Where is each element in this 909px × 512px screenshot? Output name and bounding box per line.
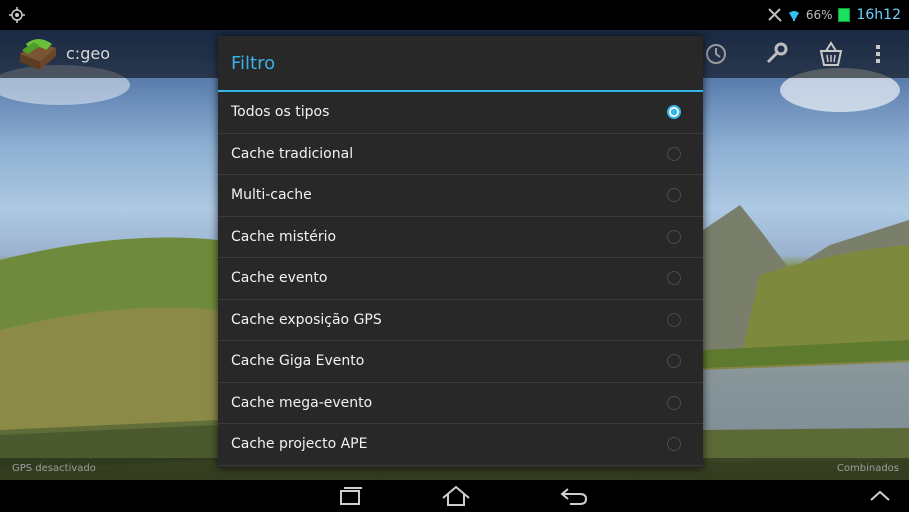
filter-option-label: Cache projecto APE [231, 436, 368, 452]
radio-checked-icon[interactable] [667, 105, 681, 119]
recent-apps-button[interactable] [320, 480, 380, 512]
menu-up-button[interactable] [850, 480, 909, 512]
navigation-bar [0, 480, 909, 512]
radio-unchecked-icon[interactable] [667, 395, 681, 410]
radio-unchecked-icon[interactable] [667, 354, 681, 368]
basket-icon[interactable] [815, 38, 847, 70]
filter-dialog: Filtro Todos os tipos Cache tradicional Mu… [218, 36, 703, 468]
settings-wrench-icon[interactable] [760, 38, 792, 70]
app-title: c:geo [66, 44, 110, 63]
filter-options-list: Todos os tipos Cache tradicional Multi-cac… [218, 92, 703, 466]
gps-status-text: GPS desactivado [12, 463, 96, 474]
filter-option-label: Cache tradicional [231, 145, 354, 162]
filter-option-label: Cache evento [231, 270, 328, 286]
home-icon [442, 485, 470, 506]
signal-muted-icon [768, 8, 782, 22]
location-icon [9, 7, 25, 23]
back-icon [560, 488, 588, 505]
dialog-title: Filtro [218, 36, 703, 92]
radio-unchecked-icon[interactable] [667, 229, 681, 244]
filter-option[interactable]: Cache exposição GPS [218, 300, 703, 341]
filter-option-label: Todos os tipos [231, 104, 330, 120]
chevron-up-icon [870, 490, 890, 501]
filter-option[interactable]: Todos os tipos [218, 92, 703, 134]
filter-option[interactable]: Cache mistério [218, 217, 703, 258]
filter-option[interactable]: Multi-cache [218, 175, 703, 217]
back-button[interactable] [544, 480, 604, 512]
radio-unchecked-icon[interactable] [667, 188, 681, 202]
battery-percent: 66% [805, 8, 833, 22]
filter-option-label: Multi-cache [231, 187, 312, 203]
filter-option[interactable]: Cache evento [218, 258, 703, 300]
filter-option-label: Cache mega-evento [231, 394, 373, 411]
history-icon[interactable] [700, 38, 732, 70]
filter-option[interactable]: Cache projecto APE [218, 424, 703, 466]
battery-icon [838, 8, 851, 22]
radio-unchecked-icon[interactable] [667, 437, 681, 451]
wifi-icon [788, 11, 799, 21]
filter-option[interactable]: Cache mega-evento [218, 383, 703, 424]
home-button[interactable] [426, 480, 486, 512]
radio-unchecked-icon[interactable] [667, 312, 681, 327]
filter-option[interactable]: Cache Giga Evento [218, 341, 703, 383]
overflow-menu-icon[interactable] [870, 38, 886, 70]
filter-option-label: Cache mistério [231, 228, 337, 245]
radio-unchecked-icon[interactable] [667, 271, 681, 285]
recent-apps-icon [340, 487, 362, 505]
map-source-text: Combinados [836, 463, 899, 474]
cgeo-logo-icon[interactable] [18, 36, 58, 72]
filter-option-label: Cache exposição GPS [231, 311, 382, 328]
filter-option-label: Cache Giga Evento [231, 353, 365, 369]
filter-option[interactable]: Cache tradicional [218, 134, 703, 175]
clock: 16h12 [856, 7, 901, 23]
status-bar: 66% 16h12 [0, 0, 909, 30]
radio-unchecked-icon[interactable] [667, 146, 681, 161]
